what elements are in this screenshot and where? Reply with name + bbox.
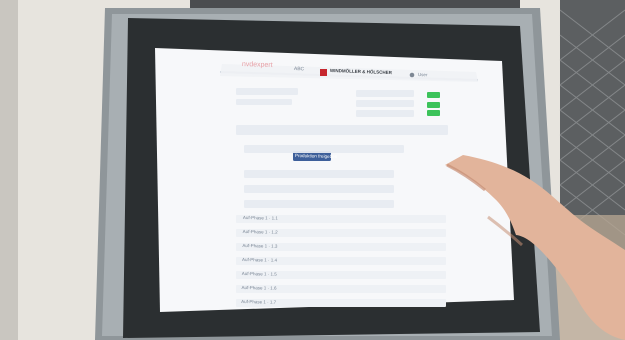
status-button-1 [427, 92, 440, 98]
nav-item[interactable]: ABC [294, 66, 304, 72]
photo-scene: nvdexpert ABC WINDMÖLLER & HÖLSCHER User… [0, 0, 625, 340]
list-item[interactable]: Auf-Phase 1 · 1.4 [242, 257, 277, 263]
left-gap [0, 0, 18, 340]
list-item[interactable]: Auf-Phase 1 · 1.6 [241, 285, 276, 291]
user-icon [409, 72, 415, 78]
list-item[interactable]: Auf-Phase 1 · 1.7 [241, 299, 276, 305]
app-name: nvdexpert [241, 61, 273, 70]
produce-release-button[interactable]: Produktion freigeben [295, 153, 338, 159]
list-item[interactable]: Auf-Phase 1 · 1.3 [242, 243, 277, 249]
brand-logo-block [320, 69, 327, 76]
user-label[interactable]: User [418, 72, 428, 77]
list-item[interactable]: Auf-Phase 1 · 1.1 [243, 215, 278, 221]
status-button-3 [427, 110, 440, 116]
list-item[interactable]: Auf-Phase 1 · 1.5 [242, 271, 277, 277]
list: Auf-Phase 1 · 1.1 Auf-Phase 1 · 1.2 Auf-… [241, 215, 443, 319]
list-item[interactable]: Auf-Phase 1 · 1.2 [243, 229, 278, 235]
status-button-2 [427, 102, 440, 108]
